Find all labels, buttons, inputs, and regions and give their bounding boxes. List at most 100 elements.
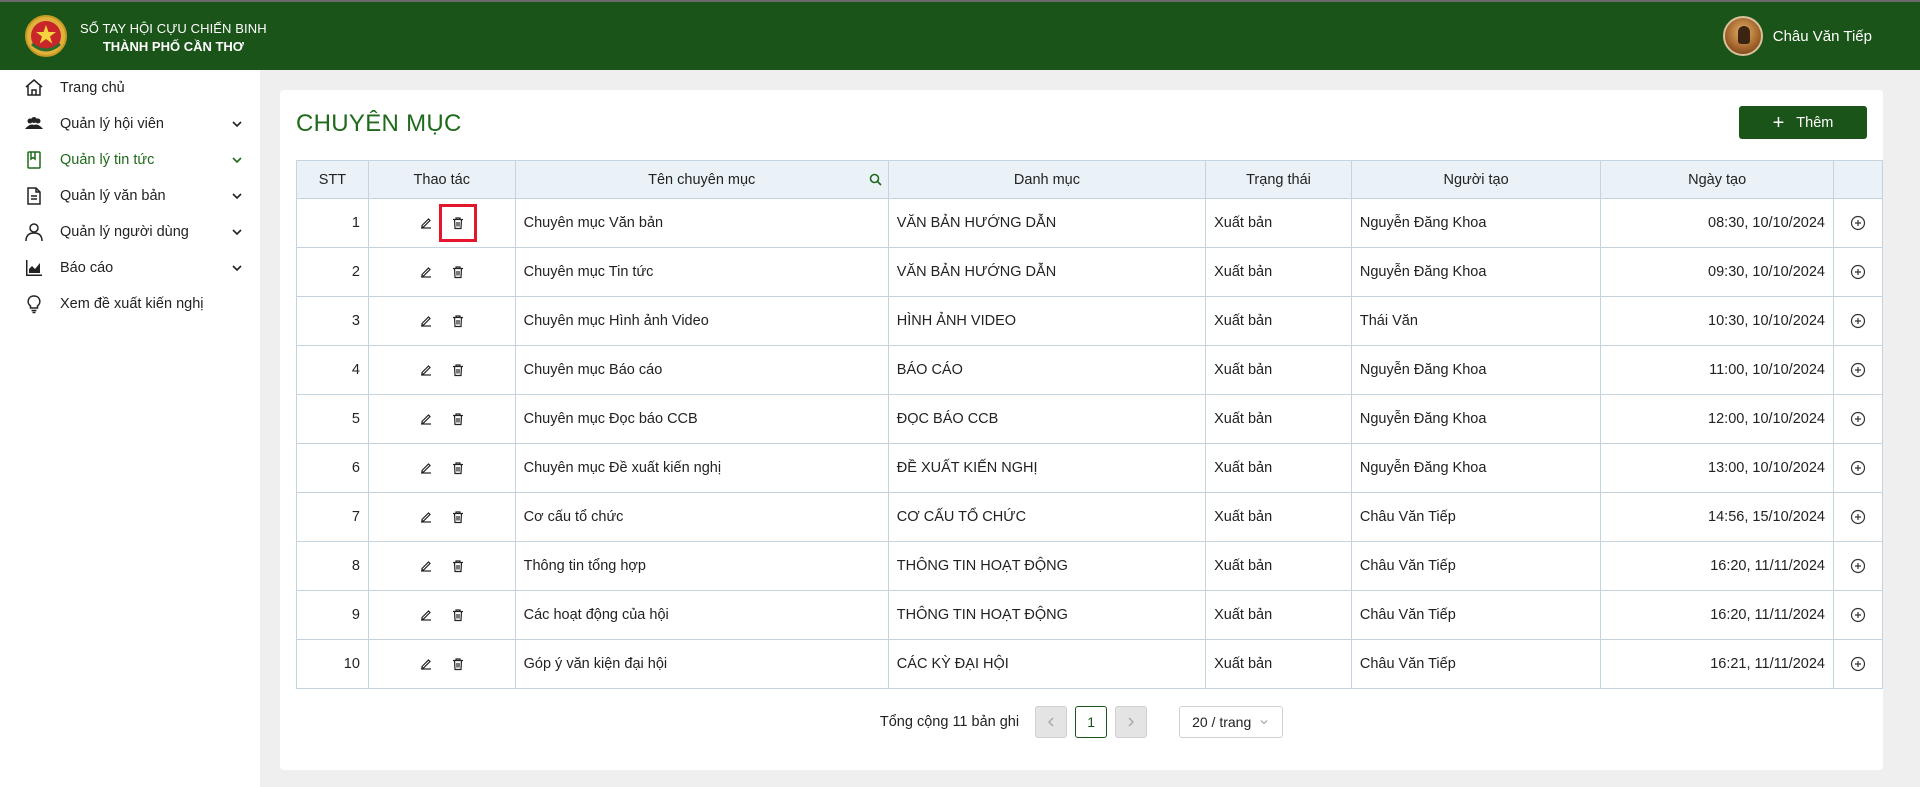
cell-stt: 9 [296, 590, 369, 640]
edit-icon[interactable] [415, 310, 437, 332]
sidebar-item-label: Quản lý người dùng [60, 224, 189, 240]
cell-stt: 7 [296, 492, 369, 542]
table-row[interactable]: 4 Chuyên mục Báo cáo BÁO CÁO Xuất bản Nguyễn… [296, 345, 1884, 395]
next-page-button[interactable] [1115, 706, 1148, 738]
edit-icon[interactable] [415, 359, 437, 381]
delete-icon[interactable] [447, 653, 469, 675]
sidebar-item-members[interactable]: Quản lý hội viên [0, 106, 260, 142]
edit-icon[interactable] [415, 408, 437, 430]
expand-row-icon[interactable] [1847, 408, 1869, 430]
table-row[interactable]: 5 Chuyên mục Đọc báo CCB ĐỌC BÁO CCB Xuất b… [296, 394, 1884, 444]
sidebar-item-news[interactable]: Quản lý tin tức [0, 142, 260, 178]
cell-status: Xuất bản [1205, 247, 1352, 297]
sidebar: Trang chủ Quản lý hội viên Quản lý tin t… [0, 70, 260, 787]
cell-created: 08:30, 10/10/2024 [1600, 198, 1834, 248]
expand-row-icon[interactable] [1847, 653, 1869, 675]
chevron-right-icon [1128, 717, 1135, 727]
edit-icon[interactable] [415, 555, 437, 577]
pagination: Tổng cộng 11 bản ghi 1 20 / trang [280, 706, 1883, 738]
cell-name: Chuyên mục Đề xuất kiến nghị [514, 443, 889, 493]
cell-category: THÔNG TIN HOẠT ĐỘNG [887, 541, 1207, 591]
sidebar-item-proposals[interactable]: Xem đề xuất kiến nghị [0, 286, 260, 322]
table-row[interactable]: 7 Cơ cấu tổ chức CƠ CẤU TỔ CHỨC Xuất bản Châ… [296, 492, 1884, 542]
col-header-name[interactable]: Tên chuyên mục [514, 160, 889, 199]
sidebar-item-home[interactable]: Trang chủ [0, 70, 260, 106]
table-row[interactable]: 1 Chuyên mục Văn bản VĂN BẢN HƯỚNG DẪN Xuất… [296, 198, 1884, 248]
delete-icon[interactable] [447, 457, 469, 479]
col-header-creator[interactable]: Người tạo [1350, 160, 1602, 199]
expand-row-icon[interactable] [1847, 604, 1869, 626]
expand-row-icon[interactable] [1847, 212, 1869, 234]
edit-icon[interactable] [415, 653, 437, 675]
expand-row-icon[interactable] [1847, 506, 1869, 528]
expand-row-icon[interactable] [1847, 359, 1869, 381]
cell-creator: Nguyễn Đăng Khoa [1350, 394, 1602, 444]
delete-icon[interactable] [447, 359, 469, 381]
col-header-category[interactable]: Danh mục [887, 160, 1207, 199]
cell-created: 10:30, 10/10/2024 [1600, 296, 1834, 346]
edit-icon[interactable] [415, 604, 437, 626]
table-row[interactable]: 3 Chuyên mục Hình ảnh Video HÌNH ẢNH VIDEO… [296, 296, 1884, 346]
cell-stt: 3 [296, 296, 369, 346]
table-row[interactable]: 8 Thông tin tổng hợp THÔNG TIN HOẠT ĐỘNG Xu… [296, 541, 1884, 591]
table-row[interactable]: 2 Chuyên mục Tin tức VĂN BẢN HƯỚNG DẪN Xuất… [296, 247, 1884, 297]
sidebar-item-documents[interactable]: Quản lý văn bản [0, 178, 260, 214]
bulb-icon [24, 294, 44, 314]
edit-icon[interactable] [415, 457, 437, 479]
sidebar-item-reports[interactable]: Báo cáo [0, 250, 260, 286]
search-icon[interactable] [869, 173, 882, 186]
delete-icon[interactable] [438, 204, 477, 242]
sidebar-item-users[interactable]: Quản lý người dùng [0, 214, 260, 250]
total-records: Tổng cộng 11 bản ghi [879, 714, 1020, 730]
sidebar-item-label: Quản lý hội viên [60, 116, 164, 132]
prev-page-button[interactable] [1035, 706, 1068, 738]
table-row[interactable]: 6 Chuyên mục Đề xuất kiến nghị ĐỀ XUẤT KIẾ… [296, 443, 1884, 493]
expand-row-icon[interactable] [1847, 261, 1869, 283]
col-header-status[interactable]: Trạng thái [1205, 160, 1352, 199]
cell-expand [1832, 198, 1884, 248]
edit-icon[interactable] [415, 212, 437, 234]
user-menu[interactable]: Châu Văn Tiếp [1722, 16, 1872, 56]
delete-icon[interactable] [447, 408, 469, 430]
delete-icon[interactable] [447, 555, 469, 577]
delete-icon[interactable] [447, 310, 469, 332]
chevron-left-icon [1048, 717, 1054, 727]
expand-row-icon[interactable] [1847, 555, 1869, 577]
cell-status: Xuất bản [1205, 198, 1352, 248]
table-row[interactable]: 10 Góp ý văn kiện đại hội CÁC KỲ ĐẠI HỘI Xu… [296, 639, 1884, 689]
cell-actions [367, 247, 516, 297]
home-icon [24, 78, 44, 98]
chevron-down-icon [232, 265, 242, 272]
col-header-stt[interactable]: STT [296, 160, 369, 199]
expand-row-icon[interactable] [1847, 310, 1869, 332]
expand-row-icon[interactable] [1847, 457, 1869, 479]
page-size-select[interactable]: 20 / trang [1179, 706, 1284, 738]
emblem-logo-icon[interactable] [24, 14, 68, 58]
delete-icon[interactable] [447, 261, 469, 283]
cell-category: ĐỀ XUẤT KIẾN NGHỊ [887, 443, 1207, 493]
cell-creator: Nguyễn Đăng Khoa [1350, 247, 1602, 297]
cell-expand [1832, 590, 1884, 640]
edit-icon[interactable] [415, 506, 437, 528]
cell-created: 12:00, 10/10/2024 [1600, 394, 1834, 444]
page-number-button[interactable]: 1 [1075, 706, 1108, 738]
cell-status: Xuất bản [1205, 443, 1352, 493]
table-row[interactable]: 9 Các hoạt động của hội THÔNG TIN HOẠT ĐỘN… [296, 590, 1884, 640]
col-header-created[interactable]: Ngày tạo [1600, 160, 1834, 199]
cell-expand [1832, 639, 1884, 689]
avatar [1722, 16, 1763, 56]
cell-actions [367, 198, 516, 248]
cell-category: VĂN BẢN HƯỚNG DẪN [887, 198, 1207, 248]
delete-icon[interactable] [447, 604, 469, 626]
delete-icon[interactable] [447, 506, 469, 528]
cell-category: THÔNG TIN HOẠT ĐỘNG [887, 590, 1207, 640]
cell-expand [1832, 541, 1884, 591]
cell-actions [367, 394, 516, 444]
brand-title[interactable]: SỔ TAY HỘI CỰU CHIẾN BINH THÀNH PHỐ CẦN … [80, 20, 267, 56]
cell-creator: Châu Văn Tiếp [1350, 541, 1602, 591]
brand-line-2: THÀNH PHỐ CẦN THƠ [102, 39, 244, 54]
sidebar-item-label: Quản lý tin tức [60, 152, 155, 168]
cell-created: 16:20, 11/11/2024 [1600, 541, 1834, 591]
edit-icon[interactable] [415, 261, 437, 283]
add-button[interactable]: + Thêm [1739, 106, 1867, 139]
